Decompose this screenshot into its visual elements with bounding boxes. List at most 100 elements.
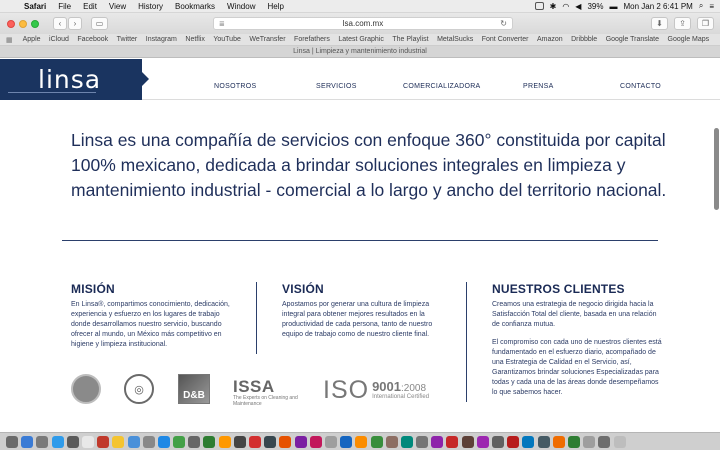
dock-app-icon[interactable] <box>324 435 337 448</box>
dock-app-icon[interactable] <box>203 435 216 448</box>
dock-app-icon[interactable] <box>51 435 64 448</box>
dock-app-icon[interactable] <box>492 435 504 448</box>
dock-app-icon[interactable] <box>613 435 626 448</box>
dock-app-icon[interactable] <box>598 435 611 448</box>
close-window-button[interactable] <box>7 19 15 28</box>
dock-app-icon[interactable] <box>461 435 474 448</box>
site-logo[interactable]: linsa <box>0 59 149 100</box>
volume-icon[interactable]: ◀ <box>575 2 581 11</box>
bookmark-item[interactable]: Dribbble <box>571 36 597 43</box>
dock-app-icon[interactable] <box>340 435 353 448</box>
bookmark-item[interactable]: YouTube <box>213 36 241 43</box>
search-icon[interactable]: ⌕ <box>699 1 703 11</box>
minimize-window-button[interactable] <box>19 19 27 28</box>
bookmark-item[interactable]: Amazon <box>537 36 563 43</box>
vision-title: VISIÓN <box>282 282 324 296</box>
browser-toolbar: ‹ › ▭ ≣ lsa.com.mx ↻ ⬇ ⇪ ❐ <box>0 13 720 34</box>
nav-nosotros[interactable]: NOSOTROS <box>214 83 256 90</box>
bluetooth-icon[interactable]: ✱ <box>550 2 557 11</box>
bookmark-item[interactable]: Google Maps <box>668 36 710 43</box>
share-button[interactable]: ⇪ <box>674 17 691 30</box>
dock-app-icon[interactable] <box>127 435 140 448</box>
dock-app-icon[interactable] <box>431 435 444 448</box>
bookmark-item[interactable]: Instagram <box>146 36 177 43</box>
dock-app-icon[interactable] <box>446 435 459 448</box>
bookmarks-grid-icon[interactable]: ▦ <box>6 36 13 44</box>
maximize-window-button[interactable] <box>31 19 39 28</box>
bookmark-item[interactable]: Twitter <box>117 36 138 43</box>
reader-icon[interactable]: ≣ <box>219 20 225 28</box>
bookmark-item[interactable]: Latest Graphic <box>338 36 384 43</box>
nav-contacto[interactable]: CONTACTO <box>620 83 661 90</box>
dock-app-icon[interactable] <box>355 435 368 448</box>
menu-safari[interactable]: Safari <box>18 2 52 11</box>
bookmark-item[interactable]: MetalSucks <box>437 36 473 43</box>
dock-app-icon[interactable] <box>416 435 429 448</box>
menu-history[interactable]: History <box>132 2 169 11</box>
dock-app-icon[interactable] <box>537 435 550 448</box>
dock-app-icon[interactable] <box>81 435 94 448</box>
dock-app-icon[interactable] <box>400 435 413 448</box>
dock-app-icon[interactable] <box>97 435 110 448</box>
bookmark-item[interactable]: Facebook <box>77 36 108 43</box>
menu-view[interactable]: View <box>103 2 132 11</box>
dock-app-icon[interactable] <box>522 435 535 448</box>
bookmark-item[interactable]: Font Converter <box>482 36 529 43</box>
dock-app-icon[interactable] <box>188 435 201 448</box>
nav-servicios[interactable]: SERVICIOS <box>316 83 357 90</box>
dock-app-icon[interactable] <box>583 435 596 448</box>
flag-icon[interactable]: ▬ <box>609 2 617 11</box>
dock-app-icon[interactable] <box>36 435 49 448</box>
bookmark-item[interactable]: iCloud <box>49 36 69 43</box>
dock-app-icon[interactable] <box>370 435 383 448</box>
downloads-button[interactable]: ⬇ <box>651 17 668 30</box>
dock-app-icon[interactable] <box>249 435 261 448</box>
menu-bookmarks[interactable]: Bookmarks <box>169 2 221 11</box>
page-scrollbar[interactable] <box>714 128 719 210</box>
dock-app-icon[interactable] <box>567 435 580 448</box>
menu-window[interactable]: Window <box>221 2 261 11</box>
bookmark-item[interactable]: The Playlist <box>392 36 428 43</box>
dock-app-icon[interactable] <box>142 435 155 448</box>
dock-app-icon[interactable] <box>294 435 307 448</box>
tabs-overview-button[interactable]: ❐ <box>697 17 714 30</box>
dock-app-icon[interactable] <box>476 435 489 448</box>
wifi-icon[interactable]: ◠ <box>562 2 569 11</box>
menu-file[interactable]: File <box>52 2 77 11</box>
bookmark-item[interactable]: Apple <box>23 36 41 43</box>
back-button[interactable]: ‹ <box>53 17 67 30</box>
tab-title[interactable]: Linsa | Limpieza y mantenimiento industr… <box>293 48 427 55</box>
nav-comercializadora[interactable]: COMERCIALIZADORA <box>403 83 481 90</box>
bookmark-item[interactable]: Netflix <box>185 36 204 43</box>
dock-app-icon[interactable] <box>385 435 398 448</box>
dock-app-icon[interactable] <box>309 435 322 448</box>
status-app-icon[interactable] <box>534 2 544 10</box>
dock-app-icon[interactable] <box>157 435 170 448</box>
nav-prensa[interactable]: PRENSA <box>523 83 554 90</box>
dock-app-icon[interactable] <box>218 435 231 448</box>
vision-section: VISIÓN Apostamos por generar una cultura… <box>282 282 442 340</box>
dock-app-icon[interactable] <box>507 435 520 448</box>
dock-app-icon[interactable] <box>233 435 246 448</box>
issa-mark: ISSA <box>233 377 275 396</box>
dock-app-icon[interactable] <box>66 435 79 448</box>
menu-help[interactable]: Help <box>261 2 289 11</box>
list-icon[interactable]: ≡ <box>709 2 714 11</box>
dock-app-icon[interactable] <box>264 435 277 448</box>
battery-percent[interactable]: 39% <box>587 2 603 11</box>
dock-app-icon[interactable] <box>21 435 34 448</box>
clock[interactable]: Mon Jan 2 6:41 PM <box>623 2 692 11</box>
dock-app-icon[interactable] <box>173 435 186 448</box>
bookmark-item[interactable]: Google Translate <box>606 36 659 43</box>
dock-app-icon[interactable] <box>112 435 125 448</box>
forward-button[interactable]: › <box>68 17 82 30</box>
dock-app-icon[interactable] <box>6 435 18 448</box>
menu-edit[interactable]: Edit <box>77 2 103 11</box>
dock-app-icon[interactable] <box>552 435 565 448</box>
reload-icon[interactable]: ↻ <box>500 19 507 28</box>
bookmark-item[interactable]: Forefathers <box>294 36 330 43</box>
bookmark-item[interactable]: WeTransfer <box>249 36 285 43</box>
dock-app-icon[interactable] <box>279 435 292 448</box>
sidebar-toggle-button[interactable]: ▭ <box>91 17 108 30</box>
address-bar[interactable]: ≣ lsa.com.mx ↻ <box>213 17 513 30</box>
